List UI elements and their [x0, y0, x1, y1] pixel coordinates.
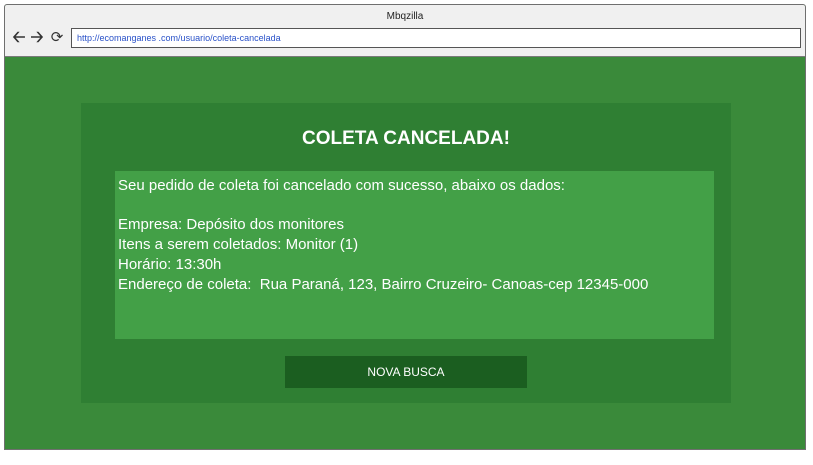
cancellation-panel: COLETA CANCELADA! Seu pedido de coleta f…	[81, 103, 731, 403]
browser-toolbar: Mbqzilla 🡠 🡢 ⟳ http://ecomanganes .com/u…	[5, 5, 805, 57]
browser-window: Mbqzilla 🡠 🡢 ⟳ http://ecomanganes .com/u…	[4, 4, 806, 450]
back-arrow-icon[interactable]: 🡠	[11, 29, 27, 47]
reload-icon[interactable]: ⟳	[49, 29, 65, 47]
detail-empresa: Empresa: Depósito dos monitores	[118, 216, 344, 233]
window-title: Mbqzilla	[386, 11, 424, 22]
new-search-button[interactable]: NOVA BUSCA	[285, 356, 527, 388]
details-box: Seu pedido de coleta foi cancelado com s…	[115, 171, 714, 339]
detail-endereco: Endereço de coleta: Rua Paraná, 123, Bai…	[118, 276, 649, 293]
address-bar[interactable]: http://ecomanganes .com/usuario/coleta-c…	[71, 28, 801, 48]
forward-arrow-icon[interactable]: 🡢	[29, 29, 45, 47]
page-title: COLETA CANCELADA!	[302, 128, 510, 149]
detail-horario: Horário: 13:30h	[118, 256, 222, 273]
detail-itens: Itens a serem coletados: Monitor (1)	[118, 236, 359, 253]
confirmation-message: Seu pedido de coleta foi cancelado com s…	[118, 177, 565, 194]
